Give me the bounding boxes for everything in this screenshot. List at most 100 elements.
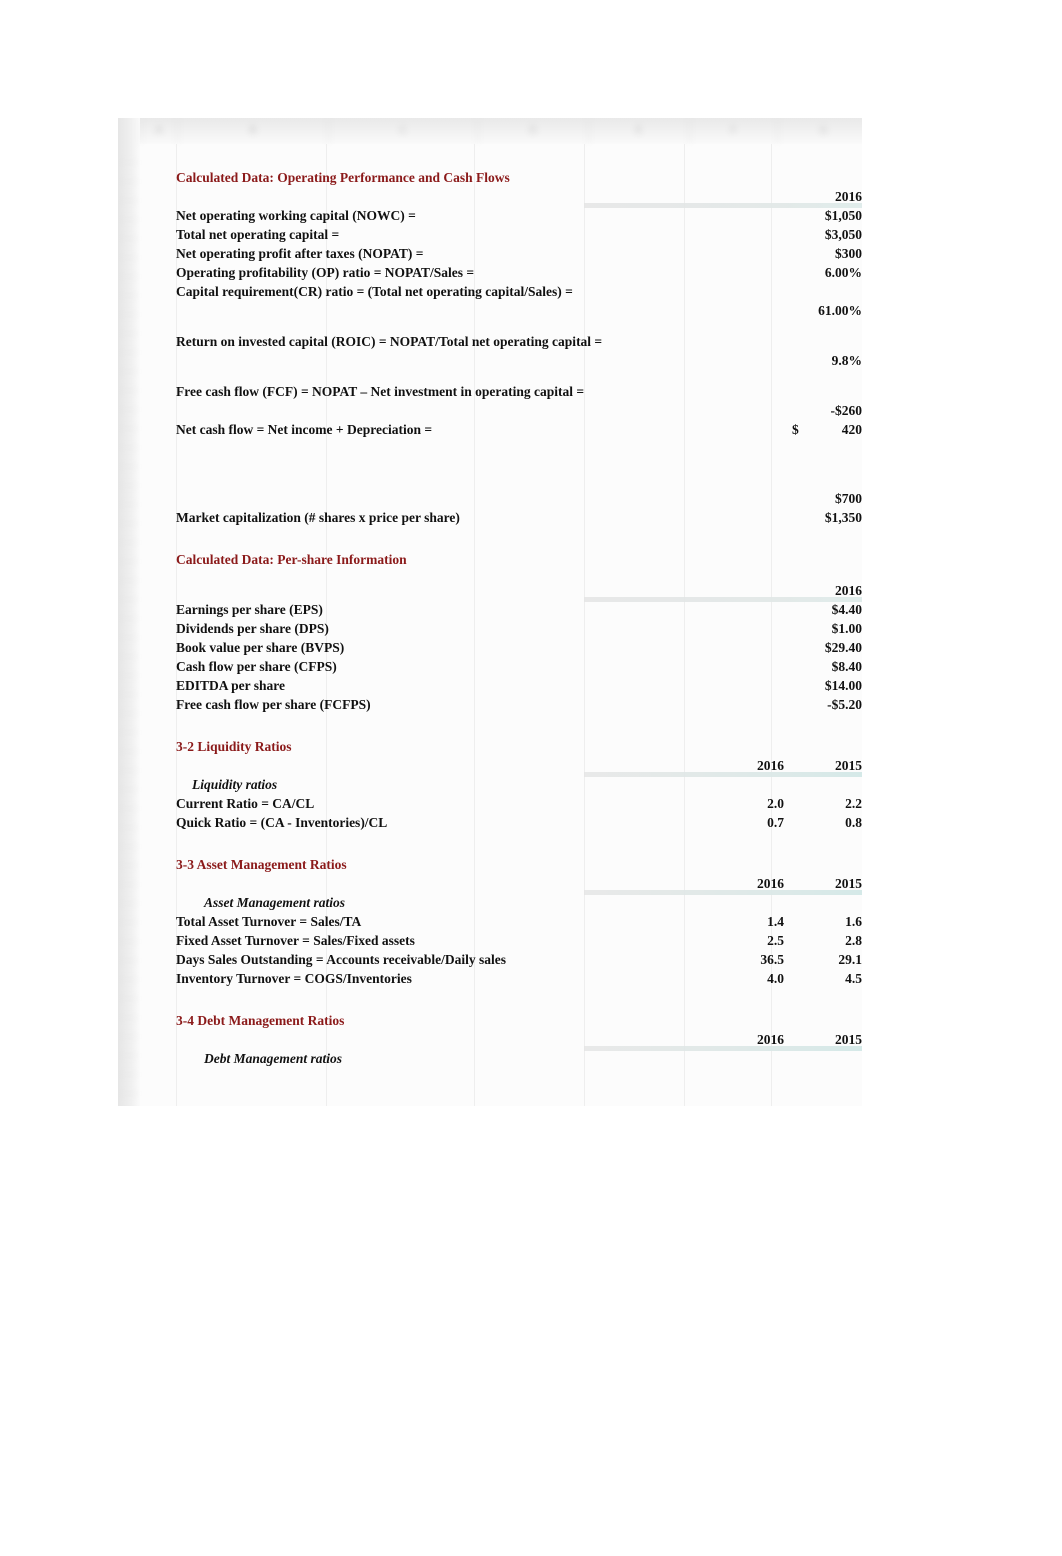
table-row[interactable]: Capital requirement(CR) ratio = (Total n… [118, 281, 862, 300]
value-roic-2016[interactable]: 9.8% [784, 352, 862, 369]
value-fixed-asset-turnover-2015[interactable]: 2.8 [784, 932, 862, 949]
row-debt-management-year-header[interactable]: 2016 2015 Average [118, 1029, 862, 1051]
value-total-asset-turnover-2016[interactable]: 1.4 [684, 913, 784, 930]
value-current-ratio-2015[interactable]: 2.2 [784, 795, 862, 812]
row-asset-management-year-header[interactable]: 2016 2015 Average [118, 873, 862, 895]
value-inventory-turnover-2015[interactable]: 4.5 [784, 970, 862, 987]
table-row-obscured[interactable] [118, 1086, 862, 1105]
column-header-g[interactable]: G [778, 118, 862, 144]
value-quick-ratio-2016[interactable]: 0.7 [684, 814, 784, 831]
table-row[interactable]: Current Ratio = CA/CL 2.0 2.2 2.2 [118, 793, 862, 812]
currency-symbol: $ [792, 422, 799, 437]
row-asset-management-heading[interactable]: 3-3 Asset Management Ratios Industry [118, 851, 862, 873]
row-label-fixed-asset-turnover: Fixed Asset Turnover = Sales/Fixed asset… [176, 933, 415, 948]
value-op-ratio-2016[interactable]: 6.00% [784, 264, 862, 281]
table-row[interactable]: Total Asset Turnover = Sales/TA 1.4 1.6 … [118, 911, 862, 930]
table-row[interactable]: Net cash flow = Net income + Depreciatio… [118, 419, 862, 438]
value-obscured-2015[interactable] [784, 1088, 862, 1105]
table-row[interactable]: Market capitalization (# shares x price … [118, 507, 862, 526]
value-dso-2016[interactable]: 36.5 [684, 951, 784, 968]
column-header-d[interactable]: D [478, 118, 589, 144]
spreadsheet-canvas[interactable]: A B C D E F G Calculated Data: Operating… [118, 118, 862, 1106]
table-row[interactable]: Free cash flow per share (FCFPS) -$5.20 … [118, 694, 862, 713]
row-debt-management-heading[interactable]: 3-4 Debt Management Ratios Industry [118, 1007, 862, 1029]
value-fixed-asset-turnover-2016[interactable]: 2.5 [684, 932, 784, 949]
row-label-nopat: Net operating profit after taxes (NOPAT)… [176, 246, 424, 261]
column-header-a[interactable]: A [141, 118, 178, 144]
section-heading-asset-management: 3-3 Asset Management Ratios [176, 857, 347, 872]
table-row[interactable]: Operating profitability (OP) ratio = NOP… [118, 262, 862, 281]
table-row-obscured[interactable] [118, 438, 862, 457]
value-inventory-turnover-2016[interactable]: 4.0 [684, 970, 784, 987]
value-cr-ratio-2016[interactable]: 61.00% [784, 302, 862, 319]
value-obscured-2015[interactable] [784, 1069, 862, 1086]
value-obscured-2016[interactable] [684, 1069, 784, 1086]
table-row[interactable]: Free cash flow (FCF) = NOPAT – Net inves… [118, 381, 862, 400]
value-net-cash-flow-2016[interactable]: $ 420 [784, 421, 862, 438]
spacer-row [118, 319, 862, 331]
spacer-row [118, 713, 862, 733]
row-per-share-heading[interactable]: Calculated Data: Per-share Information [118, 546, 862, 568]
value-fcfps-2016[interactable]: -$5.20 [784, 696, 862, 713]
table-row[interactable]: Quick Ratio = (CA - Inventories)/CL 0.7 … [118, 812, 862, 831]
column-header-f[interactable]: F [690, 118, 778, 144]
value-fcf-2016[interactable]: -$260 [784, 402, 863, 419]
table-row[interactable]: Dividends per share (DPS) $1.00 $0.96 [118, 618, 862, 637]
row-asset-management-subheading[interactable]: Asset Management ratios [118, 892, 862, 911]
column-header-c[interactable]: C [329, 118, 478, 144]
table-row[interactable]: Return on invested capital (ROIC) = NOPA… [118, 331, 862, 350]
value-quick-ratio-2015[interactable]: 0.8 [784, 814, 862, 831]
row-liquidity-subheading[interactable]: Liquidity ratios [118, 774, 862, 793]
corner-select-all[interactable] [118, 118, 141, 144]
column-header-b[interactable]: B [178, 118, 329, 144]
value-total-net-operating-capital-2016[interactable]: $3,050 [784, 226, 862, 243]
table-row-obscured[interactable] [118, 457, 862, 476]
table-row-values[interactable]: 9.8% 13.3% [118, 350, 862, 369]
value-nopat-2016[interactable]: $300 [784, 245, 862, 262]
table-row[interactable]: Total net operating capital = $3,050 $2,… [118, 224, 862, 243]
obscured-debt-rows[interactable] [118, 1067, 862, 1106]
value-bvps-2016[interactable]: $29.40 [784, 639, 862, 656]
column-header-strip[interactable]: A B C D E F G [118, 118, 862, 144]
row-operating-heading[interactable]: Calculated Data: Operating Performance a… [118, 164, 862, 186]
table-row[interactable]: Inventory Turnover = COGS/Inventories 4.… [118, 968, 862, 987]
table-row[interactable]: Days Sales Outstanding = Accounts receiv… [118, 949, 862, 968]
value-cfps-2016[interactable]: $8.40 [784, 658, 862, 675]
table-row[interactable]: Net operating profit after taxes (NOPAT)… [118, 243, 862, 262]
row-liquidity-heading[interactable]: 3-2 Liquidity Ratios Industry [118, 733, 862, 755]
value-eps-2016[interactable]: $4.40 [784, 601, 862, 618]
value-dso-2015[interactable]: 29.1 [784, 951, 862, 968]
row-per-share-year-header[interactable]: 2016 2015 [118, 580, 862, 602]
column-header-e[interactable]: E [589, 118, 690, 144]
subheading-asset-management-ratios: Asset Management ratios [204, 895, 346, 910]
value-editda-2016[interactable]: $14.00 [784, 677, 862, 694]
table-row-values[interactable]: 61.00% 52.31% [118, 300, 862, 319]
table-row[interactable]: Cash flow per share (CFPS) $8.40 $8.64 [118, 656, 862, 675]
value-unlabeled-2016[interactable]: $700 [784, 490, 862, 507]
table-row[interactable]: Earnings per share (EPS) $4.40 $5.24 [118, 599, 862, 618]
row-liquidity-year-header[interactable]: 2016 2015 Average [118, 755, 862, 777]
table-row[interactable]: Fixed Asset Turnover = Sales/Fixed asset… [118, 930, 862, 949]
value-nowc-2016[interactable]: $1,050 [784, 207, 862, 224]
table-row-values[interactable]: $700 $720 [118, 488, 862, 507]
table-row-values[interactable]: -$260 N/A [118, 400, 863, 419]
value-obscured-2016[interactable] [684, 1088, 784, 1105]
table-row-obscured[interactable] [118, 1105, 862, 1106]
table-row-obscured[interactable] [118, 1067, 862, 1086]
row-label-total-asset-turnover: Total Asset Turnover = Sales/TA [176, 914, 362, 929]
row-operating-year-header[interactable]: 2016 2015 [118, 186, 862, 208]
row-label-editda-per-share: EDITDA per share [176, 678, 286, 693]
value-total-asset-turnover-2015[interactable]: 1.6 [784, 913, 862, 930]
value-dps-2016[interactable]: $1.00 [784, 620, 862, 637]
table-row[interactable]: EDITDA per share $14.00 $14.40 [118, 675, 862, 694]
value-current-ratio-2016[interactable]: 2.0 [684, 795, 784, 812]
row-label-bvps: Book value per share (BVPS) [176, 640, 345, 655]
subheading-liquidity-ratios: Liquidity ratios [192, 777, 278, 792]
row-debt-management-subheading[interactable]: Debt Management ratios [118, 1048, 862, 1067]
row-label-cfps: Cash flow per share (CFPS) [176, 659, 337, 674]
value-market-cap-2016[interactable]: $1,350 [784, 509, 862, 526]
table-row[interactable]: Book value per share (BVPS) $29.40 $26.0… [118, 637, 862, 656]
section-heading-debt-management: 3-4 Debt Management Ratios [176, 1013, 345, 1028]
table-row[interactable]: Net operating working capital (NOWC) = $… [118, 205, 862, 224]
row-label-eps: Earnings per share (EPS) [176, 602, 323, 617]
